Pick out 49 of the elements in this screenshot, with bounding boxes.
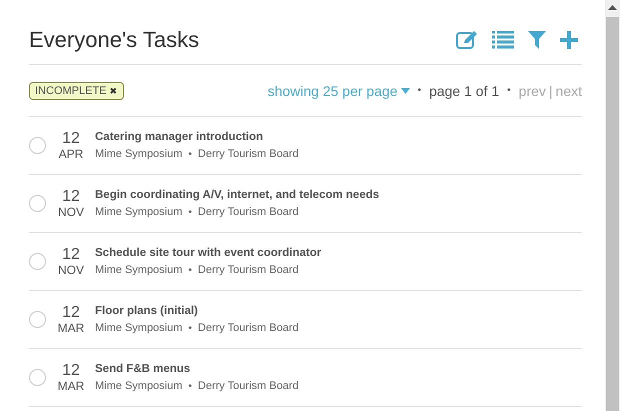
task-event: Mime Symposium <box>95 322 182 334</box>
task-event: Mime Symposium <box>95 264 182 276</box>
task-checkbox[interactable] <box>29 369 46 386</box>
task-day: 12 <box>62 189 80 205</box>
task-client: Derry Tourism Board <box>198 206 299 218</box>
add-icon[interactable] <box>560 31 578 49</box>
separator-dot: • <box>188 380 192 392</box>
task-day: 12 <box>62 363 80 379</box>
task-client: Derry Tourism Board <box>198 264 299 276</box>
separator-dot: • <box>188 322 192 334</box>
task-title[interactable]: Floor plans (initial) <box>95 305 299 317</box>
edit-icon[interactable] <box>456 30 478 50</box>
task-checkbox[interactable] <box>29 195 46 212</box>
task-checkbox[interactable] <box>29 253 46 270</box>
task-client: Derry Tourism Board <box>198 322 299 334</box>
filter-icon[interactable] <box>528 31 546 49</box>
task-checkbox[interactable] <box>29 137 46 154</box>
list-icon[interactable] <box>492 31 514 49</box>
task-title[interactable]: Catering manager introduction <box>95 131 299 143</box>
separator-dot: • <box>188 148 192 160</box>
scrollbar-thumb[interactable] <box>606 17 619 411</box>
filter-tag: INCOMPLETE ✖ <box>29 82 124 100</box>
scroll-up-icon[interactable] <box>608 5 617 10</box>
separator-dot: • <box>188 206 192 218</box>
caret-icon <box>400 88 410 94</box>
task-month: NOV <box>58 264 84 276</box>
task-title[interactable]: Send F&B menus <box>95 363 299 375</box>
task-day: 12 <box>62 247 80 263</box>
page-title: Everyone's Tasks <box>29 27 200 53</box>
separator-dot: • <box>418 85 422 96</box>
separator-dot: • <box>188 264 192 276</box>
task-event: Mime Symposium <box>95 380 182 392</box>
divider-text: | <box>548 82 553 98</box>
task-month: MAR <box>58 322 84 334</box>
task-event: Mime Symposium <box>95 148 182 160</box>
task-month: MAR <box>58 380 84 392</box>
task-month: APR <box>58 148 84 160</box>
separator-dot: • <box>507 85 511 96</box>
task-event: Mime Symposium <box>95 206 182 218</box>
task-title[interactable]: Schedule site tour with event coordinator <box>95 247 322 259</box>
page-indicator: page 1 of 1 <box>429 82 500 98</box>
task-checkbox[interactable] <box>29 311 46 328</box>
task-client: Derry Tourism Board <box>198 148 299 160</box>
task-month: NOV <box>58 206 84 218</box>
scrollbar[interactable] <box>605 0 620 411</box>
task-title[interactable]: Begin coordinating A/V, internet, and telecom needs <box>95 189 380 201</box>
task-client: Derry Tourism Board <box>198 380 299 392</box>
task-day: 12 <box>62 131 80 147</box>
task-day: 12 <box>62 305 80 321</box>
